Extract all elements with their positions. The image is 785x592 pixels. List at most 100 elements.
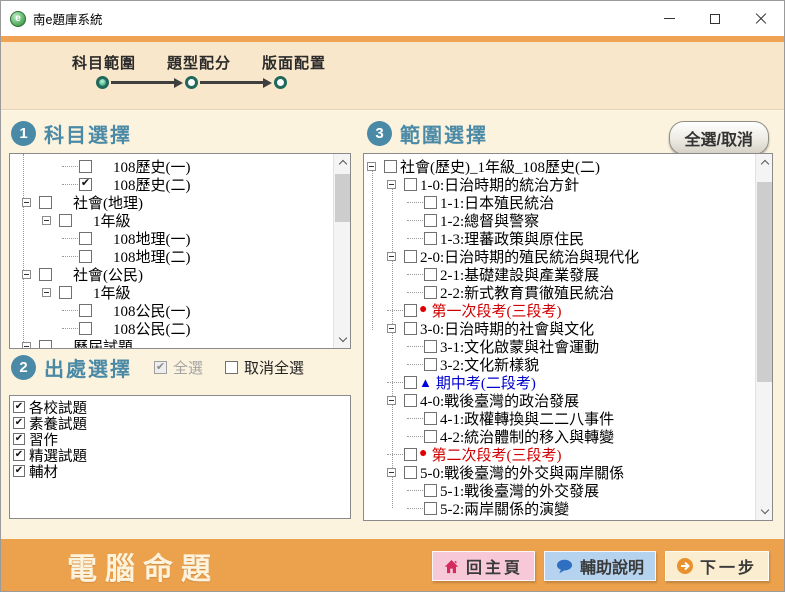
- tree-checkbox[interactable]: [424, 268, 437, 281]
- scrollbar-thumb[interactable]: [757, 182, 772, 382]
- tree-row: 1-3:理蕃政策與原住民: [364, 229, 755, 247]
- tree-checkbox[interactable]: [404, 250, 417, 263]
- tree-checkbox[interactable]: [404, 394, 417, 407]
- step-connector-line: [111, 81, 174, 84]
- select-all-label: 全選: [173, 357, 203, 378]
- scrollbar-thumb[interactable]: [335, 174, 350, 222]
- tree-item-label[interactable]: 5-2:兩岸關係的演變: [440, 498, 569, 519]
- app-title: 南e題庫系統: [33, 9, 102, 28]
- tree-row: 4-1:政權轉換與二二八事件: [364, 409, 755, 427]
- tree-expander-minus[interactable]: [22, 342, 31, 349]
- scrollbar-down-button[interactable]: [334, 331, 351, 348]
- maximize-icon: [710, 14, 720, 24]
- help-button-label: 輔助說明: [580, 554, 644, 578]
- tree-checkbox[interactable]: [79, 232, 92, 245]
- tree-row: 社會(歷史)_1年級_108歷史(二): [364, 157, 755, 175]
- tree-row: 108歷史(一): [10, 157, 333, 175]
- deselect-all-checkbox[interactable]: [225, 361, 238, 374]
- tree-row: ●第一次段考(三段考): [364, 301, 755, 319]
- tree-checkbox[interactable]: [404, 466, 417, 479]
- tree-checkbox[interactable]: [424, 412, 437, 425]
- minimize-button[interactable]: [646, 1, 692, 36]
- tree-row: 108公民(一): [10, 301, 333, 319]
- step-label-page-layout: 版面配置: [262, 52, 326, 73]
- tree-expander-minus[interactable]: [387, 252, 396, 261]
- tree-expander-minus[interactable]: [22, 198, 31, 207]
- tree-checkbox[interactable]: [424, 484, 437, 497]
- subject-tree: 108歷史(一)108歷史(二)社會(地理)1年級108地理(一)108地理(二…: [10, 154, 333, 348]
- tree-checkbox[interactable]: [39, 340, 52, 349]
- tree-checkbox[interactable]: [59, 286, 72, 299]
- step-wizard: 科目範圍 題型配分 版面配置: [1, 42, 784, 110]
- tree-connector: [407, 346, 423, 347]
- tree-checkbox[interactable]: [424, 502, 437, 515]
- tree-checkbox[interactable]: [404, 304, 417, 317]
- tree-checkbox[interactable]: [39, 196, 52, 209]
- subject-tree-scrollbar[interactable]: [333, 154, 350, 348]
- tree-checkbox[interactable]: [424, 340, 437, 353]
- home-button[interactable]: 回主頁: [432, 551, 535, 581]
- source-list-panel: 各校試題素養試題習作精選試題輔材: [9, 395, 351, 519]
- select-all-toggle-button[interactable]: 全選/取消: [669, 121, 769, 155]
- scrollbar-up-button[interactable]: [756, 154, 773, 171]
- tree-connector: [407, 508, 423, 509]
- source-item[interactable]: 素養試題: [10, 415, 350, 431]
- tree-row: 2-0:日治時期的殖民統治與現代化: [364, 247, 755, 265]
- exam-triangle-icon: ▲: [419, 376, 432, 389]
- chevron-down-icon: [338, 334, 346, 342]
- maximize-button[interactable]: [692, 1, 738, 36]
- tree-expander-minus[interactable]: [22, 270, 31, 279]
- next-button[interactable]: 下一步: [665, 551, 769, 581]
- source-item-checkbox[interactable]: [13, 449, 25, 461]
- tree-row: 4-2:統治體制的移入與轉變: [364, 427, 755, 445]
- tree-checkbox[interactable]: [404, 376, 417, 389]
- source-item-checkbox[interactable]: [13, 465, 25, 477]
- tree-expander-minus[interactable]: [387, 180, 396, 189]
- tree-connector: [407, 490, 423, 491]
- tree-checkbox[interactable]: [79, 160, 92, 173]
- tree-checkbox[interactable]: [59, 214, 72, 227]
- tree-expander-minus[interactable]: [387, 324, 396, 333]
- tree-expander-minus[interactable]: [42, 216, 51, 225]
- tree-checkbox[interactable]: [424, 214, 437, 227]
- tree-checkbox[interactable]: [39, 268, 52, 281]
- source-item-checkbox[interactable]: [13, 401, 25, 413]
- tree-checkbox[interactable]: [424, 430, 437, 443]
- help-button[interactable]: 輔助說明: [544, 551, 656, 581]
- tree-checkbox[interactable]: [404, 178, 417, 191]
- tree-expander-minus[interactable]: [387, 396, 396, 405]
- source-item[interactable]: 精選試題: [10, 447, 350, 463]
- tree-checkbox[interactable]: [424, 232, 437, 245]
- tree-checkbox[interactable]: [384, 160, 397, 173]
- tree-checkbox[interactable]: [79, 304, 92, 317]
- tree-row: 2-1:基礎建設與產業發展: [364, 265, 755, 283]
- tree-expander-minus[interactable]: [42, 288, 51, 297]
- close-button[interactable]: [738, 1, 784, 36]
- chevron-down-icon: [760, 506, 768, 514]
- tree-connector: [62, 238, 78, 239]
- tree-checkbox[interactable]: [79, 250, 92, 263]
- range-tree-scrollbar[interactable]: [755, 154, 772, 520]
- source-item-checkbox[interactable]: [13, 417, 25, 429]
- exam-circle-icon: ●: [419, 447, 427, 461]
- tree-checkbox[interactable]: [404, 322, 417, 335]
- range-tree: 社會(歷史)_1年級_108歷史(二)1-0:日治時期的統治方針1-1:日本殖民…: [364, 154, 755, 520]
- speech-bubble-icon: [556, 559, 573, 574]
- tree-checkbox[interactable]: [424, 358, 437, 371]
- tree-expander-minus[interactable]: [387, 468, 396, 477]
- tree-checkbox[interactable]: [424, 286, 437, 299]
- tree-expander-minus[interactable]: [367, 162, 376, 171]
- tree-row: 5-1:戰後臺灣的外交發展: [364, 481, 755, 499]
- scrollbar-up-button[interactable]: [334, 154, 351, 171]
- tree-connector: [62, 166, 78, 167]
- tree-checkbox[interactable]: [424, 196, 437, 209]
- source-item-checkbox[interactable]: [13, 433, 25, 445]
- tree-checkbox[interactable]: [79, 322, 92, 335]
- range-tree-panel: 社會(歷史)_1年級_108歷史(二)1-0:日治時期的統治方針1-1:日本殖民…: [363, 153, 773, 521]
- scrollbar-down-button[interactable]: [756, 503, 773, 520]
- tree-item-label[interactable]: 歷屆試題: [73, 336, 133, 349]
- select-all-checkbox[interactable]: [154, 361, 167, 374]
- tree-checkbox[interactable]: [404, 448, 417, 461]
- tree-row: 108歷史(二): [10, 175, 333, 193]
- tree-checkbox[interactable]: [79, 178, 92, 191]
